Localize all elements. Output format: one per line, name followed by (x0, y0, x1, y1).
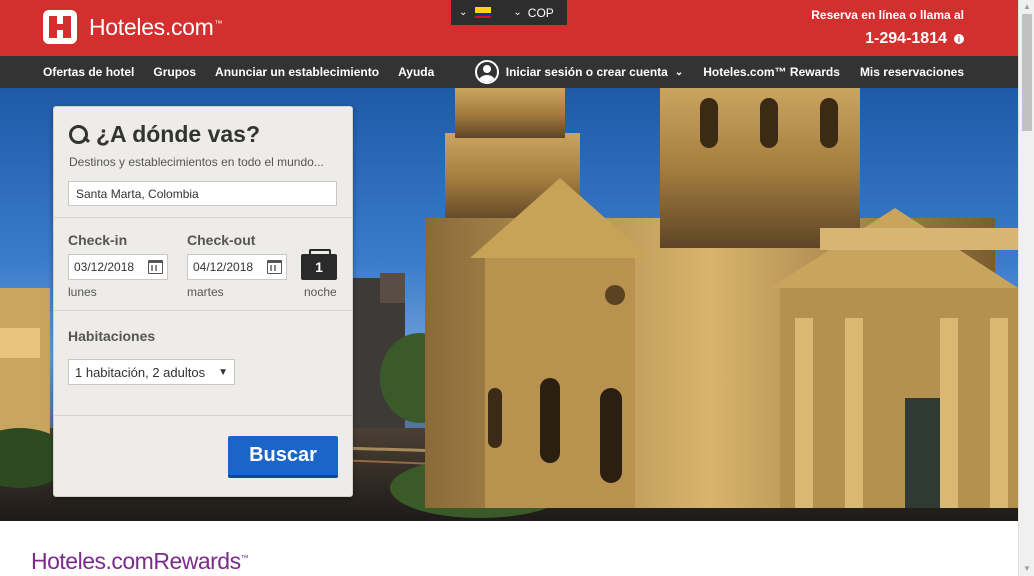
nav-list-property[interactable]: Anunciar un establecimiento (215, 65, 379, 79)
rewards-banner[interactable]: Hoteles.comRewards™ (31, 548, 249, 575)
scroll-down-arrow-icon[interactable]: ▼ (1022, 564, 1032, 574)
rewards-brand: Hoteles.com (31, 548, 154, 574)
logo-tm: ™ (214, 18, 223, 28)
scroll-thumb[interactable] (1022, 14, 1032, 131)
page-scrollbar[interactable]: ▲ ▼ (1018, 0, 1034, 576)
chevron-down-icon: ⌄ (459, 7, 468, 18)
nav-help[interactable]: Ayuda (398, 65, 434, 79)
account-menu[interactable]: Iniciar sesión o crear cuenta ⌄ (474, 60, 684, 84)
colombia-flag-icon[interactable] (475, 7, 492, 18)
calendar-icon[interactable] (148, 260, 163, 274)
hoteles-h-logo-icon (43, 10, 77, 44)
main-nav: Ofertas de hotel Grupos Anunciar un esta… (0, 56, 1018, 88)
rooms-select[interactable]: 1 habitación, 2 adultos ▼ (68, 359, 235, 385)
search-card: ¿A dónde vas? Destinos y establecimiento… (53, 106, 353, 497)
account-label: Iniciar sesión o crear cuenta (505, 65, 668, 79)
rewards-word: Rewards (153, 548, 241, 574)
top-header: Hoteles.com™ ⌄ ⌄ COP Reserva en línea o … (0, 0, 1018, 56)
rooms-label: Habitaciones (68, 328, 156, 344)
calendar-icon[interactable] (267, 260, 282, 274)
suitcase-icon: 1 (301, 249, 337, 280)
divider (54, 310, 352, 311)
nav-rewards[interactable]: Hoteles.com™ Rewards (703, 65, 840, 79)
scroll-up-arrow-icon[interactable]: ▲ (1022, 2, 1032, 12)
search-title: ¿A dónde vas? (68, 121, 260, 148)
nights-count: 1 (315, 259, 323, 275)
checkout-value: 04/12/2018 (193, 260, 254, 274)
currency-selector[interactable]: ⌄ COP (513, 6, 553, 20)
logo-text: Hoteles.com (89, 13, 214, 40)
checkout-label: Check-out (187, 232, 256, 248)
chevron-down-icon: ⌄ (513, 7, 522, 18)
rewards-tm: ™ (240, 553, 249, 563)
locale-selector[interactable]: ⌄ ⌄ COP (451, 0, 567, 25)
chevron-down-icon: ⌄ (674, 66, 684, 78)
phone-value: 1-294-1814 (865, 30, 947, 47)
nights-label: noche (304, 285, 337, 299)
checkin-value: 03/12/2018 (74, 260, 135, 274)
currency-label: COP (527, 5, 554, 20)
reserve-text: Reserva en línea o llama al (811, 8, 964, 22)
phone-number: 1-294-1814 i (865, 30, 964, 48)
search-icon (68, 124, 90, 146)
search-subtitle: Destinos y establecimientos en todo el m… (69, 155, 324, 169)
brand-logo[interactable]: Hoteles.com™ (43, 10, 223, 44)
nav-groups[interactable]: Grupos (153, 65, 196, 79)
destination-input[interactable] (68, 181, 337, 206)
divider (54, 415, 352, 416)
search-title-text: ¿A dónde vas? (96, 121, 260, 147)
caret-down-icon: ▼ (218, 367, 228, 378)
divider (54, 217, 352, 218)
search-button[interactable]: Buscar (228, 436, 338, 478)
checkin-date-field[interactable]: 03/12/2018 (68, 254, 168, 280)
checkin-day: lunes (68, 285, 97, 299)
checkin-label: Check-in (68, 232, 128, 248)
user-avatar-icon (474, 60, 499, 84)
nav-my-reservations[interactable]: Mis reservaciones (860, 65, 964, 79)
checkout-date-field[interactable]: 04/12/2018 (187, 254, 287, 280)
rooms-value: 1 habitación, 2 adultos (75, 364, 206, 380)
info-icon[interactable]: i (954, 34, 964, 44)
nav-hotel-deals[interactable]: Ofertas de hotel (43, 65, 134, 79)
checkout-day: martes (187, 285, 224, 299)
